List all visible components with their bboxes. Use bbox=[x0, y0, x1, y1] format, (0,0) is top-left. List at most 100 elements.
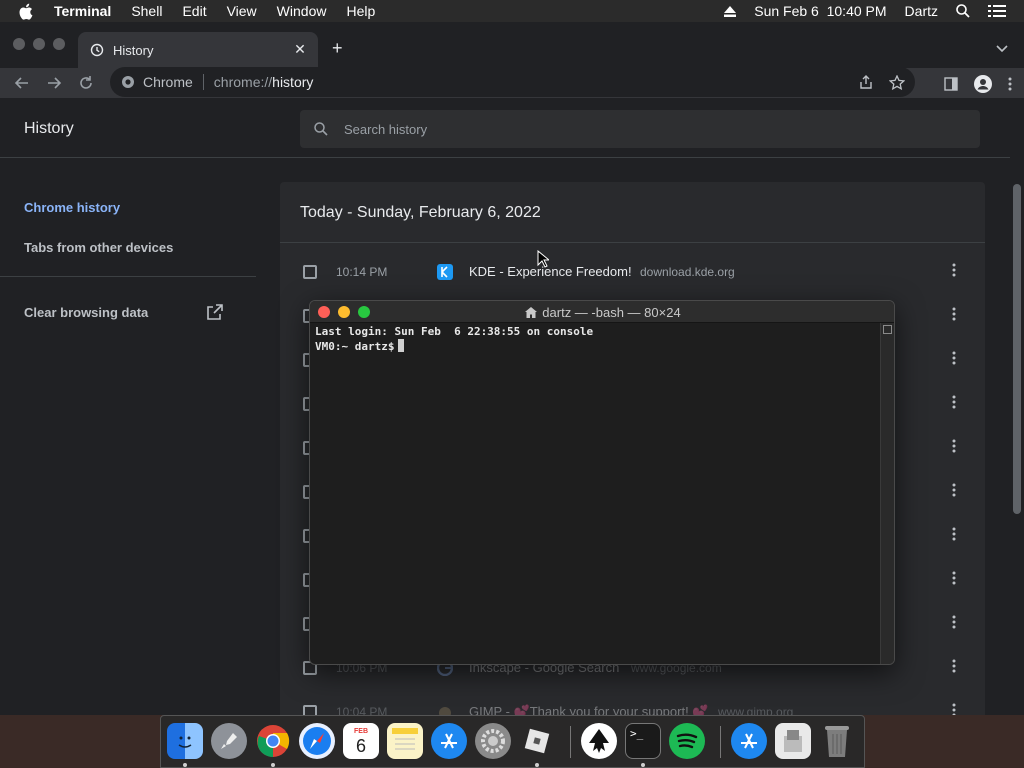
more-actions-icon[interactable] bbox=[944, 571, 964, 589]
page-scrollbar-thumb[interactable] bbox=[1013, 184, 1021, 514]
menu-bar: Terminal Shell Edit View Window Help Sun… bbox=[0, 0, 1024, 22]
history-row-time: 10:04 PM bbox=[336, 705, 388, 715]
search-input[interactable] bbox=[344, 121, 944, 137]
terminal-window[interactable]: dartz — -bash — 80×24 Last login: Sun Fe… bbox=[309, 300, 895, 665]
calendar-icon[interactable]: FEB 6 bbox=[343, 723, 379, 759]
inkscape-icon[interactable] bbox=[581, 723, 617, 759]
page-scrollbar[interactable] bbox=[1010, 158, 1024, 715]
menu-help[interactable]: Help bbox=[346, 3, 375, 19]
sidebar-item-chrome-history[interactable]: Chrome history bbox=[24, 200, 120, 215]
window-minimize-button[interactable] bbox=[33, 38, 45, 50]
finder-icon[interactable] bbox=[167, 723, 203, 759]
toolbar-right bbox=[928, 75, 1012, 93]
chrome-icon[interactable] bbox=[255, 723, 291, 759]
history-row-checkbox[interactable] bbox=[303, 705, 317, 715]
reload-icon[interactable] bbox=[78, 75, 94, 91]
site-chip: Chrome bbox=[143, 74, 193, 90]
more-actions-icon[interactable] bbox=[944, 351, 964, 369]
search-icon bbox=[314, 122, 328, 136]
notes-icon[interactable] bbox=[387, 723, 423, 759]
window-close-button[interactable] bbox=[13, 38, 25, 50]
back-icon[interactable] bbox=[14, 75, 30, 91]
menu-terminal[interactable]: Terminal bbox=[54, 3, 111, 19]
omnibox-divider bbox=[202, 74, 204, 90]
terminal-running-indicator bbox=[641, 763, 645, 767]
terminal-output[interactable]: Last login: Sun Feb 6 22:38:55 on consol… bbox=[315, 325, 875, 354]
preview-icon[interactable] bbox=[775, 723, 811, 759]
terminal-scrollbar[interactable] bbox=[880, 323, 894, 664]
dock-separator bbox=[720, 726, 721, 758]
sidebar-item-tabs-other-devices[interactable]: Tabs from other devices bbox=[24, 240, 173, 255]
terminal-cursor bbox=[398, 339, 405, 352]
terminal-line: Last login: Sun Feb 6 22:38:55 on consol… bbox=[315, 325, 594, 338]
more-actions-icon[interactable] bbox=[944, 483, 964, 501]
dock-separator bbox=[570, 726, 571, 758]
trash-icon[interactable] bbox=[819, 723, 855, 759]
user-name[interactable]: Dartz bbox=[905, 3, 938, 19]
bookmark-star-icon[interactable] bbox=[889, 75, 905, 90]
more-actions-icon[interactable] bbox=[944, 615, 964, 633]
terminal-icon[interactable]: >_ bbox=[625, 723, 661, 759]
history-header: History bbox=[0, 98, 1010, 158]
history-row-time: 10:14 PM bbox=[336, 265, 388, 279]
more-actions-icon[interactable] bbox=[944, 395, 964, 413]
app-store-icon[interactable] bbox=[431, 723, 467, 759]
card-divider bbox=[280, 242, 985, 243]
menu-shell[interactable]: Shell bbox=[131, 3, 162, 19]
chrome-menu-icon[interactable] bbox=[1008, 77, 1012, 91]
tab-search-chevron-icon[interactable] bbox=[996, 40, 1008, 58]
more-actions-icon[interactable] bbox=[944, 263, 964, 281]
home-icon bbox=[525, 307, 538, 318]
history-row-title[interactable]: GIMP - 💕Thank you for your support! 💕 bbox=[469, 704, 709, 715]
menu-edit[interactable]: Edit bbox=[182, 3, 206, 19]
more-actions-icon[interactable] bbox=[944, 439, 964, 457]
new-tab-icon[interactable]: + bbox=[332, 38, 343, 59]
calendar-month: FEB bbox=[354, 727, 368, 735]
history-row-domain: www.gimp.org bbox=[718, 705, 794, 715]
launchpad-icon[interactable] bbox=[211, 723, 247, 759]
close-tab-icon[interactable]: ✕ bbox=[292, 41, 308, 58]
tab-history[interactable]: History ✕ bbox=[78, 32, 318, 68]
history-row-title[interactable]: KDE - Experience Freedom! bbox=[469, 264, 632, 279]
side-panel-icon[interactable] bbox=[944, 77, 958, 91]
system-preferences-icon[interactable] bbox=[475, 723, 511, 759]
mouse-pointer-icon bbox=[537, 250, 549, 268]
window-zoom-button[interactable] bbox=[53, 38, 65, 50]
menu-window[interactable]: Window bbox=[277, 3, 327, 19]
tab-strip: History ✕ + bbox=[0, 22, 1024, 68]
history-search[interactable] bbox=[300, 110, 980, 148]
chrome-site-icon[interactable] bbox=[121, 75, 135, 89]
history-row[interactable]: 10:04 PM GIMP - 💕Thank you for your supp… bbox=[280, 690, 985, 715]
control-center-icon[interactable] bbox=[988, 4, 1006, 18]
history-row[interactable]: 10:14 PM KDE - Experience Freedom! downl… bbox=[280, 250, 985, 294]
sidebar-item-clear-browsing-data[interactable]: Clear browsing data bbox=[24, 305, 148, 320]
forward-icon[interactable] bbox=[46, 75, 62, 91]
apple-icon[interactable] bbox=[18, 3, 38, 20]
spotlight-icon[interactable] bbox=[956, 4, 970, 18]
more-actions-icon[interactable] bbox=[944, 703, 964, 715]
external-link-icon[interactable] bbox=[207, 304, 223, 320]
kde-icon bbox=[437, 264, 453, 280]
roblox-running-indicator bbox=[535, 763, 539, 767]
eject-icon[interactable] bbox=[724, 5, 737, 17]
history-row-domain: download.kde.org bbox=[640, 265, 735, 279]
history-row-checkbox[interactable] bbox=[303, 265, 317, 279]
share-icon[interactable] bbox=[859, 75, 873, 90]
profile-avatar-icon[interactable] bbox=[974, 75, 992, 93]
menu-view[interactable]: View bbox=[227, 3, 257, 19]
terminal-scroll-knob[interactable] bbox=[883, 325, 892, 334]
more-actions-icon[interactable] bbox=[944, 527, 964, 545]
more-actions-icon[interactable] bbox=[944, 307, 964, 325]
clock[interactable]: Sun Feb 6 10:40 PM bbox=[754, 3, 886, 19]
safari-icon[interactable] bbox=[299, 723, 335, 759]
more-actions-icon[interactable] bbox=[944, 659, 964, 677]
spotify-icon[interactable] bbox=[669, 723, 705, 759]
terminal-title-text: dartz — -bash — 80×24 bbox=[542, 305, 681, 320]
roblox-icon[interactable] bbox=[519, 723, 555, 759]
page-title: History bbox=[24, 120, 74, 137]
terminal-titlebar[interactable]: dartz — -bash — 80×24 bbox=[310, 301, 894, 323]
chrome-running-indicator bbox=[271, 763, 275, 767]
address-bar[interactable]: Chrome chrome:// history bbox=[110, 67, 915, 97]
app-store-downloads-icon[interactable] bbox=[731, 723, 767, 759]
tab-title: History bbox=[113, 42, 154, 58]
